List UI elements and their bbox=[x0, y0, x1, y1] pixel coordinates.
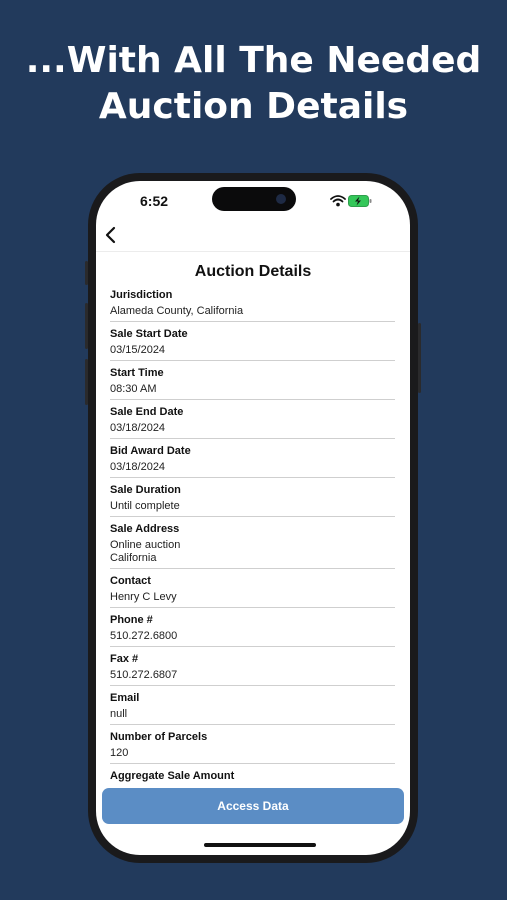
field-value: 03/18/2024 bbox=[110, 422, 166, 434]
camera-icon bbox=[276, 194, 286, 204]
field-value: Until complete bbox=[110, 500, 180, 512]
screen-title: Auction Details bbox=[194, 263, 312, 280]
headline-line-1: ...With All The Needed bbox=[25, 40, 482, 81]
promo-headline: ...With All The Needed Auction Details bbox=[0, 38, 507, 130]
field-value: 08:30 AM bbox=[110, 383, 157, 395]
field-sale-end-date: Sale End Date 03/18/2024 bbox=[110, 404, 395, 439]
field-jurisdiction: Jurisdiction Alameda County, California bbox=[110, 287, 395, 322]
phone-side-button-left-1 bbox=[85, 261, 88, 285]
status-time: 6:52 bbox=[140, 193, 169, 209]
phone-screen: 6:52 Auction Details Jurisdiction Alamed… bbox=[96, 181, 410, 855]
field-value: null bbox=[110, 708, 128, 720]
nav-divider bbox=[96, 251, 410, 252]
field-label: Sale Address bbox=[110, 523, 180, 535]
field-label: Fax # bbox=[110, 653, 139, 665]
details-list[interactable]: Jurisdiction Alameda County, California … bbox=[110, 287, 395, 787]
field-fax: Fax # 510.272.6807 bbox=[110, 651, 395, 686]
field-label: Bid Award Date bbox=[110, 445, 191, 457]
field-phone: Phone # 510.272.6800 bbox=[110, 612, 395, 647]
status-icons bbox=[330, 195, 372, 209]
field-number-of-parcels: Number of Parcels 120 bbox=[110, 729, 395, 764]
field-label: Sale Duration bbox=[110, 484, 181, 496]
field-value[interactable]: 510.272.6800 bbox=[110, 630, 395, 643]
phone-side-button-right bbox=[418, 323, 421, 393]
field-label: Sale Start Date bbox=[110, 328, 188, 340]
chevron-left-icon bbox=[105, 226, 116, 244]
phone-side-button-left-3 bbox=[85, 359, 88, 405]
access-data-button[interactable]: Access Data bbox=[102, 788, 404, 824]
field-value: Alameda County, California bbox=[110, 305, 244, 317]
back-button[interactable] bbox=[100, 221, 124, 249]
dynamic-island bbox=[212, 187, 296, 211]
field-email: Email null bbox=[110, 690, 395, 725]
field-sale-duration: Sale Duration Until complete bbox=[110, 482, 395, 517]
field-value: 03/18/2024 bbox=[110, 461, 166, 473]
field-value: Henry C Levy bbox=[110, 591, 177, 603]
field-aggregate-sale-amount: Aggregate Sale Amount bbox=[110, 768, 395, 787]
field-label: Start Time bbox=[110, 367, 164, 379]
phone-side-button-left-2 bbox=[85, 303, 88, 349]
wifi-icon bbox=[330, 195, 346, 207]
headline-line-2: Auction Details bbox=[98, 86, 409, 127]
promo-page: ...With All The Needed Auction Details 6… bbox=[0, 0, 507, 900]
field-label: Number of Parcels bbox=[110, 731, 208, 743]
home-indicator[interactable] bbox=[204, 843, 316, 847]
field-label: Aggregate Sale Amount bbox=[110, 770, 235, 782]
field-sale-start-date: Sale Start Date 03/15/2024 bbox=[110, 326, 395, 361]
field-label: Jurisdiction bbox=[110, 289, 173, 301]
field-label: Sale End Date bbox=[110, 406, 184, 418]
field-value: 510.272.6807 bbox=[110, 669, 178, 681]
field-start-time: Start Time 08:30 AM bbox=[110, 365, 395, 400]
field-label: Phone # bbox=[110, 614, 153, 626]
phone-frame: 6:52 Auction Details Jurisdiction Alamed… bbox=[85, 173, 421, 863]
field-contact: Contact Henry C Levy bbox=[110, 573, 395, 608]
field-value: 03/15/2024 bbox=[110, 344, 166, 356]
field-value: Online auction California bbox=[110, 539, 181, 564]
status-bar: 6:52 bbox=[96, 181, 410, 221]
field-label: Contact bbox=[110, 575, 151, 587]
battery-charging-icon bbox=[348, 195, 372, 207]
field-sale-address: Sale Address Online auction California bbox=[110, 521, 395, 569]
field-value: 120 bbox=[110, 747, 129, 759]
field-bid-award-date: Bid Award Date 03/18/2024 bbox=[110, 443, 395, 478]
field-label: Email bbox=[110, 692, 140, 704]
